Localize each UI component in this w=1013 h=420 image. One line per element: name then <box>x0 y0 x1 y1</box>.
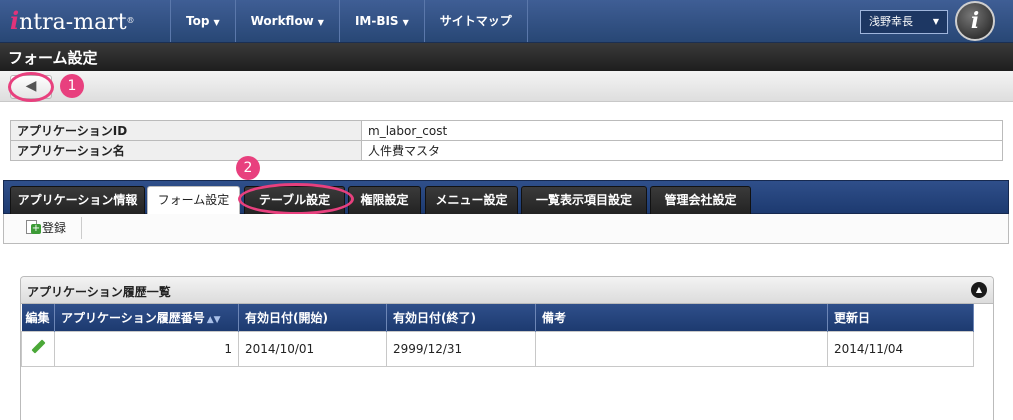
end-date-cell: 2999/12/31 <box>386 330 536 367</box>
collapse-icon[interactable]: ▲ <box>971 282 987 298</box>
info-value: 人件費マスタ <box>361 140 1003 161</box>
logo-mark: i <box>10 6 20 35</box>
user-name: 浅野幸長 <box>869 15 913 28</box>
user-menu[interactable]: 浅野幸長 ▼ <box>860 10 948 34</box>
global-header: intra-mart® Top ▼ Workflow ▼ IM-BIS ▼ サイトマッ… <box>0 0 1013 43</box>
col-header-label: アプリケーション履歴番号 <box>61 310 205 325</box>
callout-badge-1: 1 <box>60 74 84 98</box>
form-actions-bar: 登録 <box>3 214 1009 244</box>
title-bar: フォーム設定 <box>0 43 1013 71</box>
callout-ring-2 <box>238 183 354 215</box>
sort-icon[interactable]: ▲▼ <box>207 315 221 325</box>
edit-cell[interactable] <box>21 330 55 367</box>
tab-menu-settings[interactable]: メニュー設定 <box>425 186 518 215</box>
tab-form-settings[interactable]: フォーム設定 <box>147 186 240 215</box>
register-label: 登録 <box>42 221 67 235</box>
updated-date-cell: 2014/11/04 <box>827 330 974 367</box>
settings-tabs: アプリケーション情報 フォーム設定 テーブル設定 権限設定 メニュー設定 一覧表… <box>3 180 1009 215</box>
avatar[interactable]: i <box>955 1 995 41</box>
caret-down-icon: ▼ <box>932 17 939 26</box>
col-header-edit: 編集 <box>21 304 55 331</box>
nav-label: サイトマップ <box>439 14 512 28</box>
col-header-history-number[interactable]: アプリケーション履歴番号 ▲▼ <box>54 304 239 331</box>
document-add-icon <box>26 220 41 234</box>
page-title: フォーム設定 <box>8 49 98 67</box>
tab-list-display-settings[interactable]: 一覧表示項目設定 <box>521 186 647 215</box>
logo-text: ntra-mart <box>19 10 127 35</box>
logo-registered-mark: ® <box>126 16 135 25</box>
nav-label: Workflow <box>250 14 314 28</box>
nav-label: Top <box>186 14 210 28</box>
info-label: アプリケーションID <box>10 120 362 141</box>
application-info-table: アプリケーションID m_labor_cost アプリケーション名 人件費マスタ <box>10 120 1003 161</box>
nav-im-bis[interactable]: IM-BIS ▼ <box>338 0 424 42</box>
callout-ring-1 <box>8 72 54 102</box>
info-row-app-name: アプリケーション名 人件費マスタ <box>10 140 1003 161</box>
col-header-note: 備考 <box>535 304 828 331</box>
note-cell <box>535 330 828 367</box>
col-header-end-date: 有効日付(終了) <box>386 304 536 331</box>
table-row: 1 2014/10/01 2999/12/31 2014/11/04 <box>21 330 974 367</box>
history-grid: 編集 アプリケーション履歴番号 ▲▼ 有効日付(開始) 有効日付(終了) 備考 更… <box>21 304 974 367</box>
col-header-updated: 更新日 <box>827 304 974 331</box>
info-value: m_labor_cost <box>361 120 1003 141</box>
info-label: アプリケーション名 <box>10 140 362 161</box>
history-panel-header: アプリケーション履歴一覧 ▲ <box>21 277 993 304</box>
info-row-app-id: アプリケーションID m_labor_cost <box>10 120 1003 141</box>
col-header-start-date: 有効日付(開始) <box>238 304 387 331</box>
caret-down-icon: ▼ <box>402 18 409 27</box>
nav-sitemap[interactable]: サイトマップ <box>423 0 528 42</box>
caret-down-icon: ▼ <box>317 18 324 27</box>
global-nav: Top ▼ Workflow ▼ IM-BIS ▼ サイトマップ <box>170 0 528 42</box>
nav-label: IM-BIS <box>354 14 399 28</box>
start-date-cell: 2014/10/01 <box>238 330 387 367</box>
application-history-panel: アプリケーション履歴一覧 ▲ 編集 アプリケーション履歴番号 ▲▼ 有効日付(開始… <box>20 276 994 420</box>
tab-permission-settings[interactable]: 権限設定 <box>348 186 421 215</box>
toolbar: ◀ <box>0 71 1013 102</box>
grid-header-row: 編集 アプリケーション履歴番号 ▲▼ 有効日付(開始) 有効日付(終了) 備考 更… <box>21 304 974 331</box>
register-button[interactable]: 登録 <box>14 217 82 239</box>
pencil-icon[interactable] <box>31 340 45 354</box>
nav-top[interactable]: Top ▼ <box>170 0 235 42</box>
intra-mart-logo[interactable]: intra-mart® <box>10 6 160 36</box>
nav-workflow[interactable]: Workflow ▼ <box>234 0 339 42</box>
tab-application-info[interactable]: アプリケーション情報 <box>10 186 145 215</box>
history-title: アプリケーション履歴一覧 <box>27 285 171 299</box>
tab-managing-company-settings[interactable]: 管理会社設定 <box>650 186 751 215</box>
history-number-cell: 1 <box>54 330 239 367</box>
callout-badge-2: 2 <box>236 156 260 180</box>
caret-down-icon: ▼ <box>213 18 220 27</box>
